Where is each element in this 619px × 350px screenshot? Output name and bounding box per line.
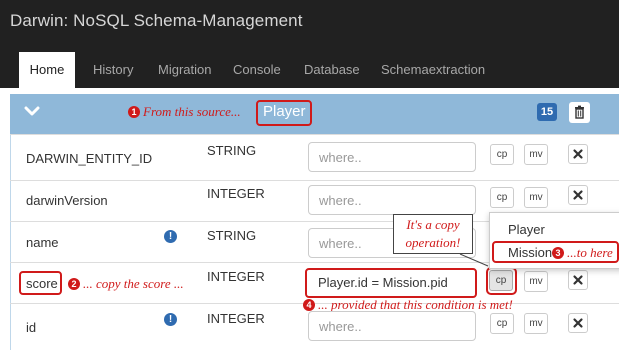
callout-pointer [459, 253, 489, 267]
